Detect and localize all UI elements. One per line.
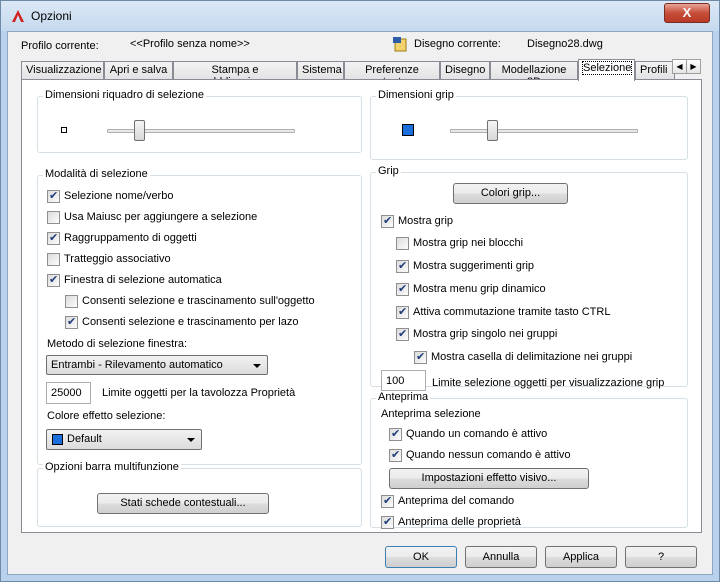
shift-add-label: Usa Maiusc per aggiungere a selezione (64, 211, 258, 223)
visual-effect-settings-button[interactable]: Impostazioni effetto visivo... (389, 468, 589, 489)
tab-scroll-right-icon[interactable]: ▶ (686, 59, 701, 74)
grip-object-limit-input[interactable]: 100 (381, 370, 426, 391)
grip-size-slider-track[interactable] (450, 129, 638, 133)
object-grouping-checkbox[interactable] (47, 231, 60, 245)
effect-color-label: Colore effetto selezione: (47, 410, 166, 422)
selection-preview-subtitle: Anteprima selezione (381, 408, 481, 420)
grip-size-slider-thumb[interactable] (487, 120, 498, 141)
grip-colors-button[interactable]: Colori grip... (453, 183, 568, 204)
pickbox-preview (61, 127, 67, 133)
implied-windowing-label: Finestra di selezione automatica (64, 274, 222, 286)
effect-color-select[interactable]: Default (46, 429, 202, 450)
preview-command-active-checkbox[interactable] (389, 427, 402, 441)
color-swatch (52, 434, 63, 445)
chevron-down-icon (253, 364, 261, 368)
dynamic-grip-menu-label: Mostra menu grip dinamico (413, 283, 546, 295)
noun-verb-label: Selezione nome/verbo (64, 190, 174, 202)
grip-size-title: Dimensioni grip (376, 89, 456, 101)
preview-no-command-checkbox[interactable] (389, 448, 402, 462)
grip-tips-checkbox[interactable] (396, 259, 409, 273)
show-grips-label: Mostra grip (398, 215, 454, 227)
ctrl-cycling-label: Attiva commutazione tramite tasto CTRL (413, 306, 611, 318)
tab-visualizzazione[interactable]: Visualizzazione (21, 61, 104, 80)
grip-size-preview (402, 124, 414, 136)
property-preview-checkbox[interactable] (381, 515, 394, 529)
tab-modellazione-3d[interactable]: Modellazione 3D (490, 61, 578, 88)
grips-in-blocks-checkbox[interactable] (396, 237, 409, 250)
associative-hatch-checkbox[interactable] (47, 253, 60, 266)
drawing-label: Disegno corrente: (414, 38, 501, 50)
tab-preferenze-utente[interactable]: Preferenze utente (344, 61, 440, 88)
press-drag-object-label: Consenti selezione e trascinamento sull'… (82, 295, 315, 307)
tab-apri-e-salva[interactable]: Apri e salva (104, 61, 173, 80)
grips-group: Grip Colori grip... Mostra grip Mostra g… (370, 165, 688, 391)
tab-scroll-left-icon[interactable]: ◀ (672, 59, 687, 74)
profile-value: <<Profilo senza nome>> (130, 38, 250, 50)
selection-modes-group: Modalità di selezione Selezione nome/ver… (37, 168, 362, 465)
ctrl-cycling-checkbox[interactable] (396, 305, 409, 319)
properties-limit-input[interactable]: 25000 (46, 382, 91, 404)
pickbox-slider-thumb[interactable] (134, 120, 145, 141)
pickbox-size-group: Dimensioni riquadro di selezione (37, 89, 362, 153)
selection-modes-title: Modalità di selezione (43, 168, 150, 180)
lasso-label: Consenti selezione e trascinamento per l… (82, 316, 299, 328)
object-grouping-label: Raggruppamento di oggetti (64, 232, 197, 244)
grip-object-limit-label: Limite selezione oggetti per visualizzaz… (432, 377, 665, 389)
grips-in-blocks-label: Mostra grip nei blocchi (413, 237, 524, 249)
bounding-box-groups-checkbox[interactable] (414, 350, 427, 364)
press-drag-object-checkbox[interactable] (65, 295, 78, 308)
implied-windowing-checkbox[interactable] (47, 273, 60, 287)
preview-group: Anteprima Anteprima selezione Quando un … (370, 391, 688, 529)
window-method-value: Entrambi - Rilevamento automatico (51, 359, 223, 371)
tab-stampa[interactable]: Stampa e pubblicazione (173, 61, 297, 88)
autocad-logo-icon (12, 10, 24, 22)
grip-size-group: Dimensioni grip (370, 89, 688, 160)
cancel-button[interactable]: Annulla (465, 546, 537, 568)
preview-title: Anteprima (376, 391, 431, 403)
ribbon-options-title: Opzioni barra multifunzione (43, 461, 181, 473)
close-button[interactable]: X (664, 3, 710, 23)
property-preview-label: Anteprima delle proprietà (398, 516, 521, 528)
options-dialog: Opzioni X Profilo corrente: <<Profilo se… (0, 0, 720, 582)
preview-no-command-label: Quando nessun comando è attivo (406, 449, 571, 461)
tab-profili[interactable]: Profili (635, 61, 675, 80)
single-grip-groups-checkbox[interactable] (396, 327, 409, 341)
chevron-down-icon (187, 438, 195, 442)
single-grip-groups-label: Mostra grip singolo nei gruppi (413, 328, 558, 340)
window-title: Opzioni (31, 9, 72, 23)
profile-label: Profilo corrente: (21, 40, 99, 52)
shift-add-checkbox[interactable] (47, 211, 60, 224)
drawing-value: Disegno28.dwg (527, 38, 603, 50)
command-preview-checkbox[interactable] (381, 494, 394, 508)
title-bar: Opzioni X (1, 1, 719, 31)
selezione-panel: Dimensioni riquadro di selezione Modalit… (21, 79, 702, 533)
window-method-select[interactable]: Entrambi - Rilevamento automatico (46, 355, 268, 375)
tab-selezione[interactable]: Selezione (578, 59, 635, 81)
ribbon-options-group: Opzioni barra multifunzione Stati schede… (37, 461, 362, 527)
help-button[interactable]: ? (625, 546, 697, 568)
grip-tips-label: Mostra suggerimenti grip (413, 260, 535, 272)
grips-title: Grip (376, 165, 401, 177)
contextual-tab-states-button[interactable]: Stati schede contestuali... (97, 493, 269, 514)
drawing-file-icon (393, 37, 407, 52)
tab-disegno[interactable]: Disegno (440, 61, 490, 80)
apply-button[interactable]: Applica (545, 546, 617, 568)
noun-verb-checkbox[interactable] (47, 189, 60, 203)
window-method-label: Metodo di selezione finestra: (47, 338, 188, 350)
show-grips-checkbox[interactable] (381, 214, 394, 228)
pickbox-size-title: Dimensioni riquadro di selezione (43, 89, 206, 101)
lasso-checkbox[interactable] (65, 315, 78, 329)
bounding-box-groups-label: Mostra casella di delimitazione nei grup… (431, 351, 633, 363)
preview-command-active-label: Quando un comando è attivo (406, 428, 548, 440)
ok-button[interactable]: OK (385, 546, 457, 568)
properties-limit-label: Limite oggetti per la tavolozza Propriet… (102, 387, 296, 399)
command-preview-label: Anteprima del comando (398, 495, 515, 507)
tab-sistema[interactable]: Sistema (297, 61, 344, 80)
dynamic-grip-menu-checkbox[interactable] (396, 282, 409, 296)
associative-hatch-label: Tratteggio associativo (64, 253, 171, 265)
dialog-body: Profilo corrente: <<Profilo senza nome>>… (7, 31, 713, 575)
effect-color-value: Default (67, 433, 102, 445)
